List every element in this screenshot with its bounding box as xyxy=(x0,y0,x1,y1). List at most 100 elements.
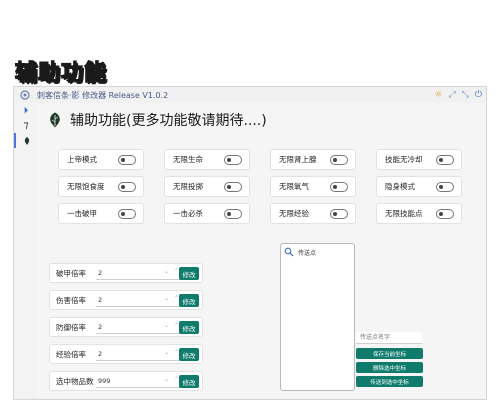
field-selected-item-count: 选中物品数 ⌄ ⌃ 修改 xyxy=(49,371,203,391)
switch-knob xyxy=(121,212,125,216)
toggle-infinite-oxygen[interactable]: 无限氧气 xyxy=(270,176,356,197)
modify-button[interactable]: 修改 xyxy=(179,267,199,280)
toggle-infinite-adrenaline[interactable]: 无限肾上腺 xyxy=(270,149,356,170)
theme-toggle-icon[interactable]: ☼ xyxy=(434,87,442,103)
toggle-switch[interactable] xyxy=(118,209,136,219)
field-label: 防御倍率 xyxy=(56,322,86,332)
toggle-infinite-satiety[interactable]: 无限饱食度 xyxy=(58,176,144,197)
toggle-label: 一击破甲 xyxy=(67,209,97,218)
sidebar-item-assist[interactable] xyxy=(14,133,38,148)
modify-button[interactable]: 修改 xyxy=(179,348,199,361)
toggle-switch[interactable] xyxy=(224,155,242,165)
search-icon xyxy=(284,247,294,257)
teleport-list-header: 传送点 xyxy=(281,246,354,258)
toggle-one-hit-kill[interactable]: 一击必杀 xyxy=(164,203,250,224)
chevron-down-icon[interactable]: ⌄ xyxy=(164,376,169,383)
toggle-switch[interactable] xyxy=(330,209,348,219)
field-label: 选中物品数 xyxy=(56,376,94,386)
toggle-no-cooldown[interactable]: 技能无冷却 xyxy=(376,149,462,170)
xp-rate-input[interactable] xyxy=(96,348,182,361)
modify-button[interactable]: 修改 xyxy=(179,294,199,307)
field-damage-rate: 伤害倍率 ⌄ ⌃ 修改 xyxy=(49,290,203,310)
toggle-label: 无限投掷 xyxy=(173,182,203,191)
power-close-icon[interactable]: ⏻ xyxy=(475,87,482,103)
minimize-icon[interactable]: ⤡ xyxy=(462,87,469,103)
toggle-switch[interactable] xyxy=(330,182,348,192)
toggle-switch[interactable] xyxy=(118,182,136,192)
toggle-label: 无限氧气 xyxy=(279,182,309,191)
switch-knob xyxy=(439,185,443,189)
armor-break-rate-input[interactable] xyxy=(96,267,182,280)
chevron-down-icon[interactable]: ⌄ xyxy=(164,349,169,356)
toggle-infinite-throwables[interactable]: 无限投掷 xyxy=(164,176,250,197)
sidebar-item-tools[interactable]: ⁊ xyxy=(14,118,38,133)
pin-icon[interactable]: ⤢ xyxy=(448,87,455,103)
toggle-label: 一击必杀 xyxy=(173,209,203,218)
selected-item-count-input[interactable] xyxy=(96,375,182,388)
damage-rate-input[interactable] xyxy=(96,294,182,307)
toggle-infinite-health[interactable]: 无限生命 xyxy=(164,149,250,170)
toggle-label: 无限饱食度 xyxy=(67,182,105,191)
toggle-grid: 上帝模式 无限生命 无限肾上腺 技能无冷却 无限饱食度 无限投掷 无限氧气 隐身… xyxy=(58,149,468,224)
toggle-infinite-skill-points[interactable]: 无限技能点 xyxy=(376,203,462,224)
teleport-list[interactable]: 传送点 xyxy=(280,243,355,391)
defense-rate-input[interactable] xyxy=(96,321,182,334)
page-title: 辅助功能(更多功能敬请期待....) xyxy=(70,113,267,129)
toggle-switch[interactable] xyxy=(224,209,242,219)
window-title: 刺客信条·影 修改器 Release V1.0.2 xyxy=(37,90,169,100)
window-controls: ☼ ⤢ ⤡ ⏻ xyxy=(434,87,482,103)
toggle-switch[interactable] xyxy=(224,182,242,192)
main-panel: 辅助功能(更多功能敬请期待....) 上帝模式 无限生命 无限肾上腺 技能无冷却… xyxy=(38,103,486,399)
app-logo-icon xyxy=(19,89,31,101)
switch-knob xyxy=(333,185,337,189)
title-bar: 刺客信条·影 修改器 Release V1.0.2 ☼ ⤢ ⤡ ⏻ xyxy=(14,87,486,103)
toggle-switch[interactable] xyxy=(436,155,454,165)
toggle-god-mode[interactable]: 上帝模式 xyxy=(58,149,144,170)
banner-title: 辅助功能 xyxy=(14,60,108,86)
sidebar-item-expand[interactable]: ⏵ xyxy=(14,103,38,118)
field-armor-break-rate: 破甲倍率 ⌄ ⌃ 修改 xyxy=(49,263,203,283)
toggle-one-hit-armor-break[interactable]: 一击破甲 xyxy=(58,203,144,224)
toggle-switch[interactable] xyxy=(436,209,454,219)
toggle-label: 隐身模式 xyxy=(385,182,415,191)
toggle-label: 无限技能点 xyxy=(385,209,423,218)
leaf-icon xyxy=(50,112,60,128)
chevron-down-icon[interactable]: ⌄ xyxy=(164,268,169,275)
toggle-switch[interactable] xyxy=(436,182,454,192)
toggle-switch[interactable] xyxy=(330,155,348,165)
page-header: 辅助功能(更多功能敬请期待....) xyxy=(48,109,267,131)
toggle-switch[interactable] xyxy=(118,155,136,165)
switch-knob xyxy=(227,185,231,189)
teleport-to-coordinates-button[interactable]: 传送到选中坐标 xyxy=(356,376,423,387)
play-forward-icon: ⏵ xyxy=(23,105,29,116)
chevron-down-icon[interactable]: ⌄ xyxy=(164,295,169,302)
sidebar: ⏵ ⁊ xyxy=(14,103,38,399)
banner: 辅助功能 xyxy=(14,57,108,86)
toggle-label: 无限肾上腺 xyxy=(279,155,317,164)
modify-button[interactable]: 修改 xyxy=(179,375,199,388)
switch-knob xyxy=(227,158,231,162)
switch-knob xyxy=(121,185,125,189)
field-xp-rate: 经验倍率 ⌄ ⌃ 修改 xyxy=(49,344,203,364)
modify-button[interactable]: 修改 xyxy=(179,321,199,334)
teleport-name-input[interactable] xyxy=(356,332,422,344)
field-defense-rate: 防御倍率 ⌄ ⌃ 修改 xyxy=(49,317,203,337)
field-label: 经验倍率 xyxy=(56,349,86,359)
toggle-stealth-mode[interactable]: 隐身模式 xyxy=(376,176,462,197)
chevron-down-icon[interactable]: ⌄ xyxy=(164,322,169,329)
toggle-label: 无限生命 xyxy=(173,155,203,164)
app-window: 刺客信条·影 修改器 Release V1.0.2 ☼ ⤢ ⤡ ⏻ ⏵ ⁊ 辅助… xyxy=(13,86,487,400)
save-coordinates-button[interactable]: 保存当前坐标 xyxy=(356,348,423,359)
leaf-icon xyxy=(24,136,30,145)
switch-knob xyxy=(121,158,125,162)
toggle-label: 无限经验 xyxy=(279,209,309,218)
teleport-list-title: 传送点 xyxy=(298,249,317,257)
toggle-label: 技能无冷却 xyxy=(385,155,423,164)
toggle-infinite-xp[interactable]: 无限经验 xyxy=(270,203,356,224)
delete-coordinates-button[interactable]: 删除选中坐标 xyxy=(356,362,423,373)
multiplier-fields: 破甲倍率 ⌄ ⌃ 修改 伤害倍率 ⌄ ⌃ 修改 防御倍率 ⌄ ⌃ 修改 xyxy=(49,263,203,398)
field-label: 破甲倍率 xyxy=(56,268,86,278)
switch-knob xyxy=(227,212,231,216)
toggle-label: 上帝模式 xyxy=(67,155,97,164)
field-label: 伤害倍率 xyxy=(56,295,86,305)
